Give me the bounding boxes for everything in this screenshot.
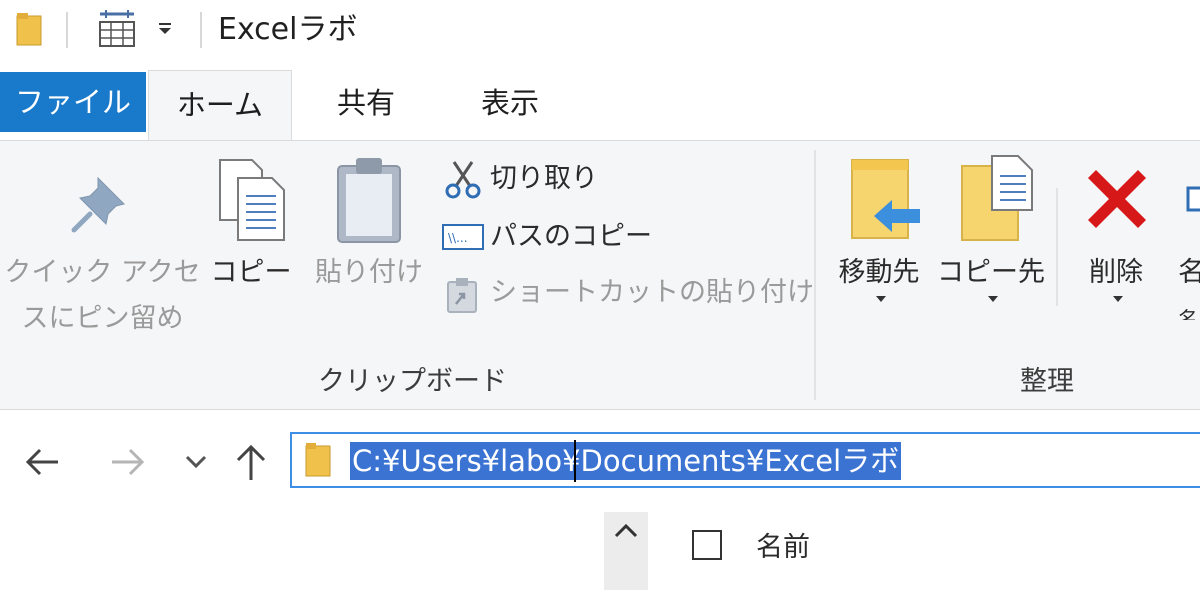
organize-divider: [1056, 188, 1058, 306]
copy-to-button[interactable]: コピー先: [936, 150, 1046, 310]
organize-group-title: 整理: [1020, 366, 1074, 397]
folder-icon: [16, 13, 42, 46]
copy-icon: [219, 159, 285, 241]
copy-path-button[interactable]: \\... パスのコピー: [440, 214, 660, 260]
chevron-up-icon[interactable]: [612, 522, 640, 540]
cut-button[interactable]: 切り取り: [440, 156, 660, 202]
move-to-button[interactable]: 移動先: [824, 150, 934, 310]
copy-path-icon: \\...: [442, 224, 484, 250]
paste-button[interactable]: 貼り付け: [306, 150, 432, 310]
customize-toolbar-dropdown-icon[interactable]: [156, 22, 174, 36]
address-folder-icon: [305, 443, 331, 477]
rename-icon: [1186, 186, 1200, 212]
move-to-dropdown-icon: [876, 296, 886, 302]
paste-icon: [337, 158, 401, 243]
copy-to-folder-icon: [961, 155, 1033, 241]
rename-label-partial-line1: 名: [1178, 257, 1200, 288]
up-arrow-icon[interactable]: [234, 442, 268, 482]
tab-file[interactable]: ファイル: [0, 72, 146, 132]
scissors-icon: [445, 161, 481, 199]
copy-label: コピー: [210, 257, 292, 288]
paste-shortcut-label: ショートカットの貼り付け: [490, 277, 814, 308]
copy-path-label: パスのコピー: [490, 221, 652, 252]
tab-view[interactable]: 表示: [440, 72, 580, 134]
paste-shortcut-button[interactable]: ショートカットの貼り付け: [440, 270, 814, 316]
copy-button[interactable]: コピー: [206, 150, 296, 310]
move-to-label: 移動先: [838, 257, 920, 288]
column-header-name[interactable]: 名前: [756, 528, 810, 568]
clipboard-group-title: クリップボード: [318, 366, 507, 397]
delete-label: 削除: [1089, 257, 1143, 288]
rename-button[interactable]: 名 名: [1174, 150, 1200, 320]
address-path-text[interactable]: C:¥Users¥labo¥Documents¥Excelラボ: [350, 442, 902, 480]
text-cursor: [574, 440, 576, 482]
paste-label: 貼り付け: [315, 257, 423, 288]
pin-to-quick-access-button[interactable]: クイック アクセ スにピン留め: [0, 150, 205, 350]
title-bar: [0, 0, 1200, 68]
properties-icon[interactable]: [96, 8, 138, 48]
copy-to-dropdown-icon: [988, 296, 998, 302]
select-all-checkbox[interactable]: [692, 530, 722, 560]
window-title: Excelラボ: [218, 12, 358, 47]
delete-button[interactable]: 削除: [1066, 150, 1166, 310]
pin-icon: [71, 176, 125, 233]
toolbar-divider: [200, 12, 202, 48]
pin-label-line1: クイック アクセ: [4, 257, 201, 288]
tab-home[interactable]: ホーム: [148, 70, 292, 142]
paste-shortcut-icon: [447, 278, 477, 313]
cut-label: 切り取り: [490, 163, 598, 194]
back-arrow-icon[interactable]: [22, 446, 62, 478]
forward-arrow-icon[interactable]: [108, 446, 148, 478]
rename-label-partial-line2: 名: [1178, 307, 1198, 320]
pin-label-line2: スにピン留め: [21, 303, 184, 334]
recent-locations-chevron-icon[interactable]: [184, 454, 208, 470]
copy-to-label: コピー先: [937, 257, 1045, 288]
tab-share[interactable]: 共有: [298, 72, 434, 134]
svg-text:\\...: \\...: [448, 231, 468, 245]
move-to-folder-icon: [851, 159, 920, 239]
delete-x-icon: [1088, 170, 1146, 228]
toolbar-divider: [66, 12, 68, 48]
group-divider: [814, 150, 816, 400]
delete-dropdown-icon: [1113, 296, 1123, 302]
